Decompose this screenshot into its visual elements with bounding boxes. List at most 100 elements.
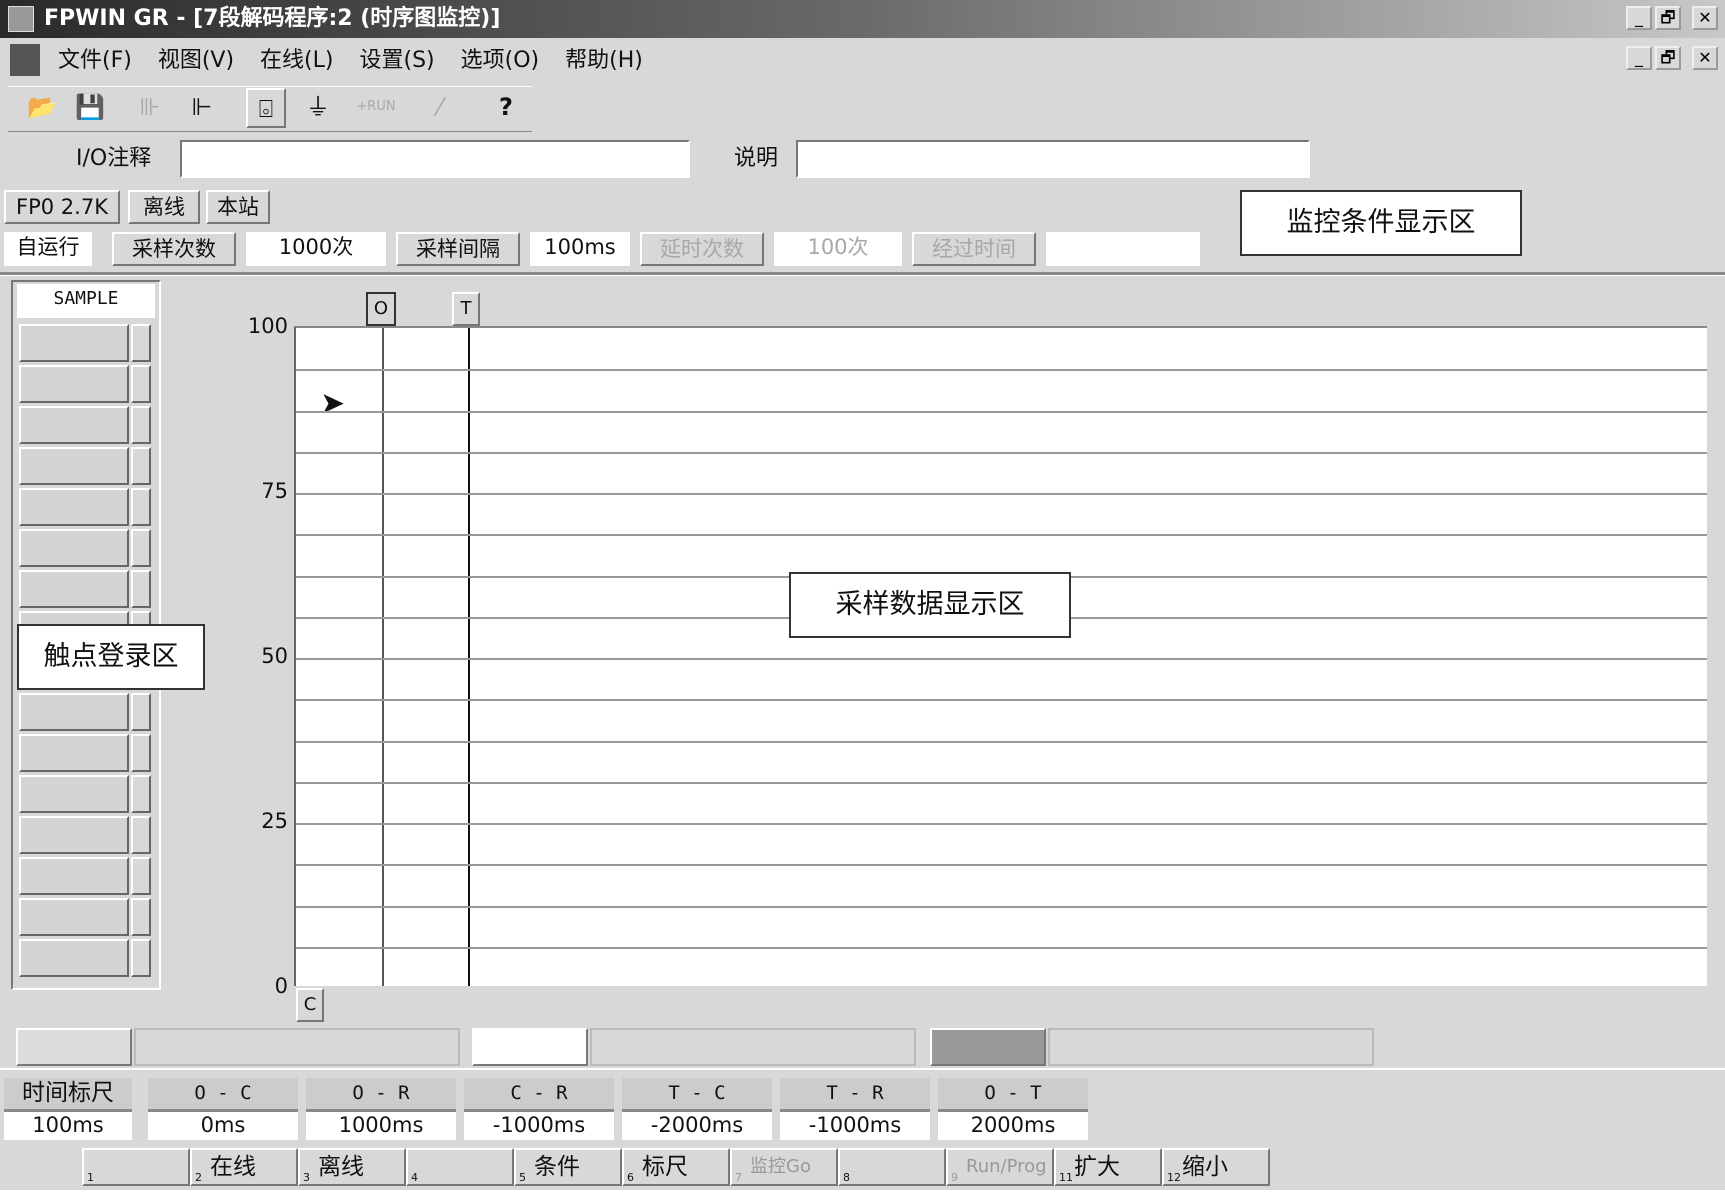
doc-restore-button[interactable]: 🗗 <box>1655 46 1681 70</box>
plug-icon[interactable]: ⏚ <box>298 88 338 128</box>
window-title: FPWIN GR - [7段解码程序:2 (时序图监控)] <box>44 6 501 31</box>
delay-value[interactable]: 100次 <box>774 232 902 266</box>
function-key-7[interactable]: 7 监控Go <box>730 1148 838 1186</box>
close-button[interactable]: ✕ <box>1692 6 1718 30</box>
doc-close-button[interactable]: ✕ <box>1692 46 1718 70</box>
time-scale-value[interactable]: 100ms <box>4 1112 132 1140</box>
scroll-track-1[interactable] <box>134 1028 460 1066</box>
function-key-12[interactable]: 12 缩小 <box>1162 1148 1270 1186</box>
contact-slot[interactable] <box>19 447 129 485</box>
function-key-9[interactable]: 9 Run/Prog <box>946 1148 1054 1186</box>
function-key-number: 4 <box>411 1171 418 1184</box>
sample-data-plot[interactable]: ➤ <box>294 326 1707 986</box>
time-scale-header: O - C <box>148 1078 298 1112</box>
grid-line <box>296 823 1707 825</box>
time-scale-label: 时间标尺 <box>4 1078 132 1112</box>
contact-slot[interactable] <box>19 529 129 567</box>
function-key-number: 9 <box>951 1171 958 1184</box>
menu-item[interactable]: 文件(F) <box>58 40 132 82</box>
scroll-track-3[interactable] <box>1048 1028 1374 1066</box>
function-key-label: 在线 <box>210 1154 256 1180</box>
contact-slot[interactable] <box>19 365 129 403</box>
function-key-label: 扩大 <box>1074 1154 1120 1180</box>
switch-icon[interactable]: ⁄ <box>420 88 460 128</box>
contact-slot[interactable] <box>19 488 129 526</box>
data-area-callout: 采样数据显示区 <box>789 572 1071 638</box>
grid-line <box>296 699 1707 702</box>
c-marker[interactable]: C <box>296 988 324 1022</box>
time-scale-table: 时间标尺 100ms O - C 0ms O - R 1000ms C - R -1000… <box>0 1078 1100 1142</box>
function-key-number: 5 <box>519 1171 526 1184</box>
o-cursor-line[interactable] <box>382 328 384 986</box>
grid-line <box>296 864 1707 867</box>
insert-column-icon[interactable]: ⊪ <box>130 88 170 128</box>
grid-line <box>296 410 1707 413</box>
restore-button[interactable]: 🗗 <box>1655 6 1681 30</box>
contact-slot[interactable] <box>19 857 129 895</box>
interval-label: 采样间隔 <box>396 232 520 266</box>
scroll-thumb-1[interactable] <box>16 1028 132 1066</box>
scroll-thumb-3[interactable] <box>930 1028 1046 1066</box>
function-key-number: 12 <box>1167 1171 1181 1184</box>
open-icon[interactable]: 📂 <box>22 88 62 128</box>
contact-slot[interactable] <box>19 775 129 813</box>
save-icon[interactable]: 💾 <box>70 88 110 128</box>
function-key-number: 11 <box>1059 1171 1073 1184</box>
y-axis: 100 75 50 25 0 <box>240 314 290 998</box>
menu-item[interactable]: 设置(S) <box>359 40 434 82</box>
contact-slot[interactable] <box>19 406 129 444</box>
delete-column-icon[interactable]: ⊩ <box>182 88 222 128</box>
t-marker[interactable]: T <box>452 292 480 326</box>
t-cursor-line[interactable] <box>468 328 470 986</box>
menu-item[interactable]: 视图(V) <box>158 40 234 82</box>
doc-icon <box>10 44 40 76</box>
app-window: FPWIN GR - [7段解码程序:2 (时序图监控)] _ 🗗 ✕ _ 🗗 … <box>0 0 1725 1190</box>
sample-header: SAMPLE <box>17 284 155 318</box>
contact-slot[interactable] <box>19 570 129 608</box>
function-key-5[interactable]: 5 条件 <box>514 1148 622 1186</box>
menu-item[interactable]: 选项(O) <box>461 40 539 82</box>
condition-area-callout: 监控条件显示区 <box>1240 190 1522 256</box>
grid-line <box>296 946 1707 949</box>
function-key-number: 1 <box>87 1171 94 1184</box>
contact-slot[interactable] <box>19 939 129 977</box>
monitor-icon[interactable]: ⌻ <box>246 88 286 128</box>
interval-value[interactable]: 100ms <box>530 232 630 266</box>
function-key-label: 缩小 <box>1182 1154 1228 1180</box>
contact-slot[interactable] <box>19 816 129 854</box>
time-scale-value: -1000ms <box>780 1112 930 1140</box>
scroll-thumb-2[interactable] <box>472 1028 588 1066</box>
contact-slot[interactable] <box>19 898 129 936</box>
contact-marker <box>131 816 151 854</box>
function-key-11[interactable]: 11 扩大 <box>1054 1148 1162 1186</box>
y-tick-label: 50 <box>261 644 288 668</box>
contacts-area-callout: 触点登录区 <box>17 624 205 690</box>
time-scale-value: 2000ms <box>938 1112 1088 1140</box>
contact-slot[interactable] <box>19 324 129 362</box>
minimize-button[interactable]: _ <box>1626 6 1652 30</box>
grid-line <box>296 658 1707 660</box>
contact-marker <box>131 529 151 567</box>
menu-item[interactable]: 在线(L) <box>260 40 333 82</box>
io-comment-input[interactable] <box>180 140 690 178</box>
function-key-2[interactable]: 2 在线 <box>190 1148 298 1186</box>
description-input[interactable] <box>796 140 1310 178</box>
o-marker[interactable]: O <box>366 292 396 326</box>
time-scale-value: -2000ms <box>622 1112 772 1140</box>
function-key-label: 标尺 <box>642 1154 688 1180</box>
contact-marker <box>131 365 151 403</box>
function-key-8[interactable]: 8 <box>838 1148 946 1186</box>
contact-slot[interactable] <box>19 734 129 772</box>
contact-slot[interactable] <box>19 693 129 731</box>
scroll-track-2[interactable] <box>590 1028 916 1066</box>
run-icon[interactable]: +RUN <box>356 88 396 128</box>
contact-marker <box>131 775 151 813</box>
function-key-3[interactable]: 3 离线 <box>298 1148 406 1186</box>
menu-item[interactable]: 帮助(H) <box>565 40 643 82</box>
doc-minimize-button[interactable]: _ <box>1626 46 1652 70</box>
function-key-6[interactable]: 6 标尺 <box>622 1148 730 1186</box>
samples-value[interactable]: 1000次 <box>246 232 386 266</box>
function-key-1[interactable]: 1 <box>82 1148 190 1186</box>
help-icon[interactable]: ? <box>486 88 526 128</box>
function-key-4[interactable]: 4 <box>406 1148 514 1186</box>
